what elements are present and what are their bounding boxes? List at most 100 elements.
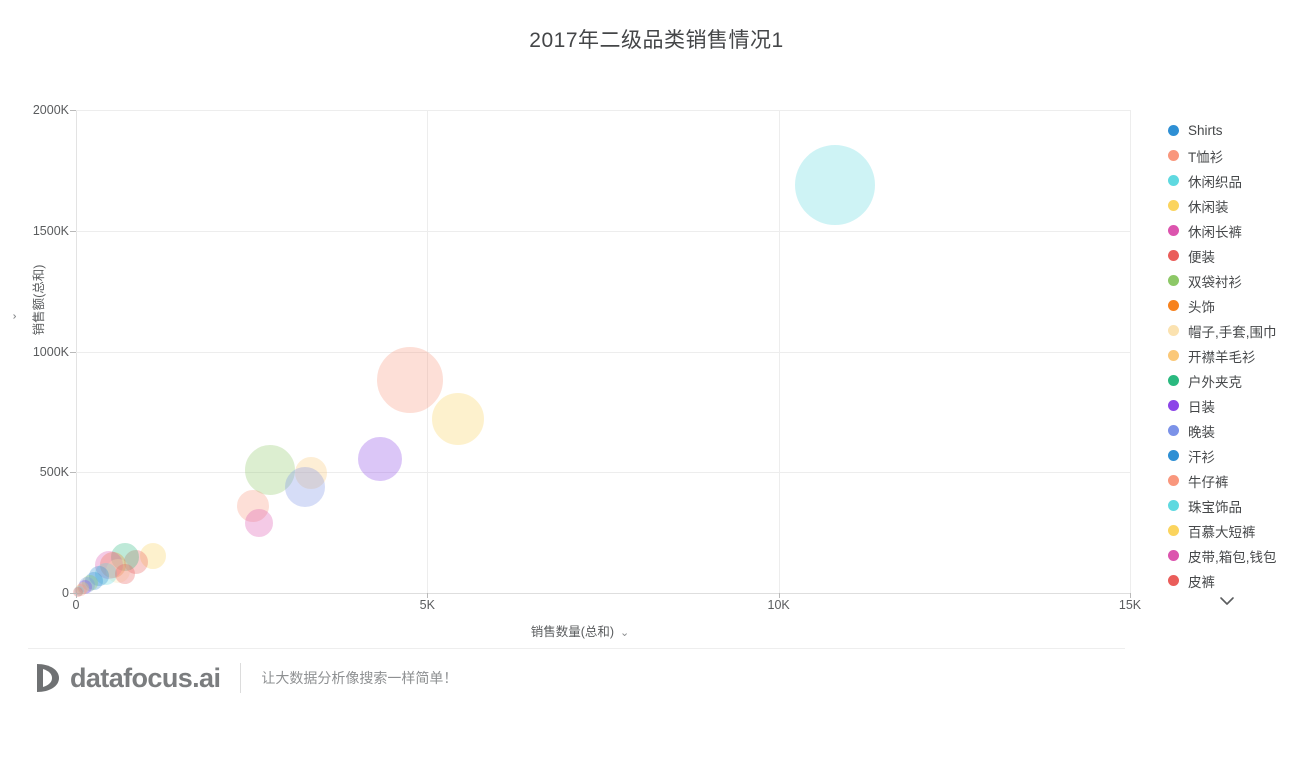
legend-color-dot [1168, 150, 1179, 161]
y-axis-tick-label: 2000K [32, 103, 69, 117]
legend-color-dot [1168, 550, 1179, 561]
legend-item[interactable]: T恤衫 [1168, 143, 1313, 168]
bubble-point[interactable] [358, 436, 403, 481]
legend-color-dot [1168, 500, 1179, 511]
y-axis-tick-label: 500K [39, 465, 69, 480]
legend-item[interactable]: 帽子,手套,围巾 [1168, 318, 1313, 343]
gridline-horizontal [76, 110, 1130, 111]
x-axis-tick-label: 0 [72, 598, 80, 612]
y-axis-tick-mark [70, 230, 76, 232]
legend-item-label: 晚装 [1188, 424, 1215, 440]
legend-item[interactable]: 便装 [1168, 243, 1313, 268]
legend-expand-chevron-down-icon[interactable] [1168, 595, 1286, 609]
x-axis-caret-icon[interactable]: ⌄ [620, 627, 629, 639]
legend-color-dot [1168, 300, 1179, 311]
legend-item[interactable]: 休闲长裤 [1168, 218, 1313, 243]
plot-wrapper: 0 500K 1000K 1500K 2000K 0 5K 10K 15K ⌄ 销售额(总和)… [0, 0, 1313, 660]
bubble-point[interactable] [285, 466, 326, 507]
legend-color-dot [1168, 325, 1179, 336]
legend-item-label: 珠宝饰品 [1188, 499, 1242, 515]
gridline-horizontal [76, 351, 1130, 353]
legend-item-label: T恤衫 [1188, 149, 1224, 165]
legend-item-label: Shirts [1188, 123, 1223, 138]
gridline-horizontal [76, 593, 1130, 594]
y-axis-tick-label: 0 [62, 586, 69, 600]
legend-color-dot [1168, 400, 1179, 411]
legend-item-label: 日装 [1188, 399, 1215, 415]
brand-name: datafocus.ai [70, 663, 221, 693]
legend-color-dot [1168, 200, 1179, 211]
y-axis-tick-label: 1000K [32, 344, 69, 359]
legend-item-label: 双袋衬衫 [1188, 274, 1242, 290]
legend-item[interactable]: 休闲织品 [1168, 168, 1313, 193]
bubble-point[interactable] [244, 508, 273, 537]
legend-item[interactable]: 珠宝饰品 [1168, 493, 1313, 518]
legend-item-label: 皮裤 [1188, 574, 1215, 590]
y-axis-tick-mark [70, 110, 76, 111]
plot-area[interactable] [72, 110, 1131, 597]
x-axis-tick-mark [427, 593, 429, 598]
legend-color-dot [1168, 350, 1179, 361]
bubble-point[interactable] [72, 586, 83, 597]
footer-divider [28, 648, 1125, 649]
bubble-point[interactable] [431, 393, 484, 446]
legend-item[interactable]: 双袋衬衫 [1168, 268, 1313, 293]
legend-color-dot [1168, 475, 1179, 486]
legend-color-dot [1168, 375, 1179, 386]
legend-item-label: 汗衫 [1188, 449, 1215, 465]
bubble-chart-page: 2017年二级品类销售情况1 0 500K 1000K 1500K 2000K 0 5K 1… [0, 0, 1313, 762]
x-axis-tick-mark [778, 593, 780, 598]
legend-item[interactable]: 晚装 [1168, 418, 1313, 443]
legend-item-list: Shirts T恤衫休闲织品休闲装休闲长裤便装双袋衬衫头饰帽子,手套,围巾 开襟羊毛… [1168, 118, 1313, 593]
legend-color-dot [1168, 575, 1179, 586]
gridline-vertical [778, 110, 780, 593]
legend-item[interactable]: Shirts [1168, 118, 1313, 143]
brand-tagline: 让大数据分析像搜索一样简单！ [261, 670, 458, 686]
legend-item[interactable]: 头饰 [1168, 293, 1313, 318]
legend-item[interactable]: 百慕大短裤 [1168, 518, 1313, 543]
y-axis-tick-mark [70, 472, 76, 474]
x-axis-title-text: 销售数量(总和) [530, 625, 615, 639]
legend-item[interactable]: 户外夹克 [1168, 368, 1313, 393]
legend-item-label: 头饰 [1188, 299, 1215, 315]
datafocus-logo-icon [32, 661, 66, 695]
legend: Shirts T恤衫休闲织品休闲装休闲长裤便装双袋衬衫头饰帽子,手套,围巾 开襟羊毛… [1168, 118, 1313, 609]
legend-item[interactable]: 牛仔裤 [1168, 468, 1313, 493]
legend-item[interactable]: 皮裤 [1168, 568, 1313, 593]
brand-row: datafocus.ai 让大数据分析像搜索一样简单！ [32, 661, 457, 695]
legend-item-label: 便装 [1188, 249, 1215, 265]
legend-item[interactable]: 开襟羊毛衫 [1168, 343, 1313, 368]
gridline-horizontal [76, 472, 1130, 474]
y-axis-caret-icon[interactable]: ⌄ [6, 312, 19, 321]
bubble-point[interactable] [115, 564, 136, 585]
legend-color-dot [1168, 425, 1179, 436]
y-axis-title[interactable]: 销售额(总和) [28, 265, 47, 336]
bubble-point[interactable] [377, 347, 444, 414]
brand-divider [240, 663, 242, 693]
x-axis-title[interactable]: 销售数量(总和) ⌄ [0, 621, 1160, 640]
x-axis-tick-label: 15K [1118, 598, 1142, 612]
x-axis-tick-mark [1130, 593, 1131, 598]
legend-color-dot [1168, 175, 1179, 186]
x-axis-tick-label: 10K [767, 598, 790, 612]
legend-item-label: 皮带,箱包,钱包 [1188, 549, 1277, 565]
legend-color-dot [1168, 250, 1179, 261]
legend-item-label: 休闲长裤 [1188, 224, 1242, 240]
y-axis-tick-label: 1500K [32, 223, 69, 238]
legend-item[interactable]: 日装 [1168, 393, 1313, 418]
legend-item-label: 户外夹克 [1188, 374, 1242, 390]
legend-item-label: 开襟羊毛衫 [1188, 349, 1256, 365]
legend-item[interactable]: 汗衫 [1168, 443, 1313, 468]
gridline-horizontal [76, 230, 1130, 232]
legend-item-label: 牛仔裤 [1188, 474, 1229, 490]
y-axis-tick-mark [70, 351, 76, 353]
legend-item[interactable]: 休闲装 [1168, 193, 1313, 218]
legend-item-label: 帽子,手套,围巾 [1188, 324, 1277, 340]
legend-color-dot [1168, 225, 1179, 236]
legend-color-dot [1168, 125, 1179, 136]
gridline-vertical [1130, 110, 1131, 593]
x-axis-tick-mark [76, 593, 77, 598]
legend-item[interactable]: 皮带,箱包,钱包 [1168, 543, 1313, 568]
bubble-point[interactable] [794, 144, 875, 225]
legend-item-label: 休闲织品 [1188, 174, 1242, 190]
